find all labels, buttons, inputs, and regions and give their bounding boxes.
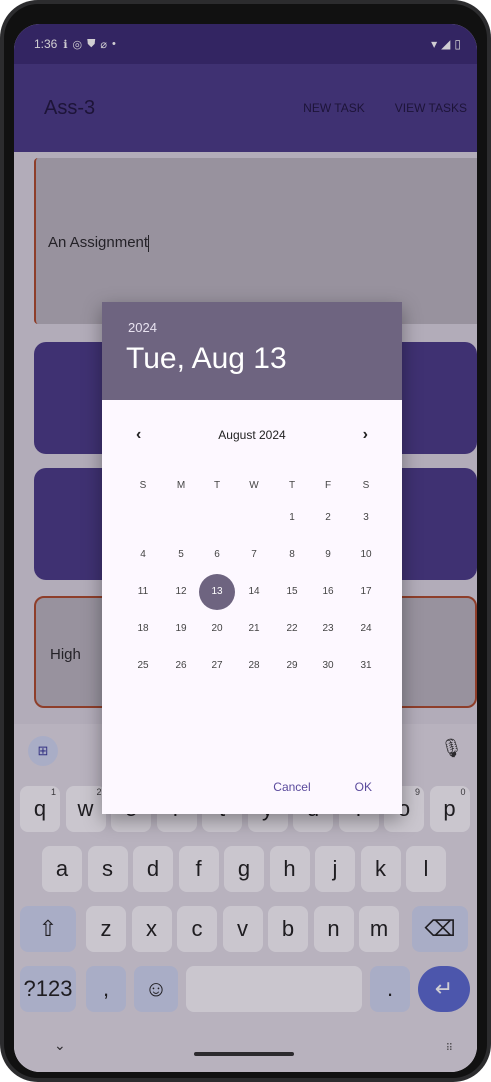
selected-date: Tue, Aug 13 bbox=[126, 342, 287, 375]
calendar-day[interactable]: 5 bbox=[163, 537, 199, 573]
calendar-day[interactable]: 6 bbox=[199, 537, 235, 573]
calendar-day[interactable]: 1 bbox=[274, 500, 310, 536]
calendar-day[interactable]: 26 bbox=[163, 648, 199, 684]
calendar-day[interactable]: 7 bbox=[236, 537, 272, 573]
calendar-day[interactable]: 4 bbox=[125, 537, 161, 573]
calendar-day[interactable]: 11 bbox=[125, 574, 161, 610]
calendar-day[interactable]: 24 bbox=[348, 611, 384, 647]
calendar-day[interactable]: 22 bbox=[274, 611, 310, 647]
chevron-right-icon[interactable]: › bbox=[363, 426, 368, 444]
month-label: August 2024 bbox=[218, 428, 286, 442]
selected-year[interactable]: 2024 bbox=[128, 320, 157, 335]
weekday-label: F bbox=[324, 480, 332, 491]
screen: 1:36 ℹ ◎ ⛊ ⌀ • ▾ ◢ ▯ Ass-3 NEW TASK VIEW… bbox=[14, 24, 477, 1072]
calendar-day[interactable]: 31 bbox=[348, 648, 384, 684]
chevron-left-icon[interactable]: ‹ bbox=[136, 426, 141, 444]
cancel-button[interactable]: Cancel bbox=[273, 780, 310, 794]
ok-button[interactable]: OK bbox=[355, 780, 372, 794]
calendar-day[interactable]: 25 bbox=[125, 648, 161, 684]
dialog-actions: Cancel OK bbox=[273, 780, 372, 794]
calendar-day[interactable]: 23 bbox=[310, 611, 346, 647]
calendar-day[interactable]: 30 bbox=[310, 648, 346, 684]
calendar-day[interactable]: 3 bbox=[348, 500, 384, 536]
weekday-label: W bbox=[249, 480, 259, 491]
calendar-day[interactable]: 17 bbox=[348, 574, 384, 610]
weekday-label: M bbox=[176, 480, 186, 491]
weekday-label: T bbox=[213, 480, 221, 491]
weekday-label: T bbox=[288, 480, 296, 491]
calendar-day[interactable]: 27 bbox=[199, 648, 235, 684]
month-navigation: August 2024 ‹ › bbox=[102, 426, 402, 446]
calendar-day[interactable]: 2 bbox=[310, 500, 346, 536]
calendar-day[interactable]: 19 bbox=[163, 611, 199, 647]
calendar-day-selected[interactable]: 13 bbox=[199, 574, 235, 610]
date-picker-header: 2024 Tue, Aug 13 bbox=[102, 302, 402, 400]
calendar-day[interactable]: 12 bbox=[163, 574, 199, 610]
calendar-day[interactable]: 18 bbox=[125, 611, 161, 647]
date-picker-dialog: 2024 Tue, Aug 13 August 2024 ‹ › SMTWTFS… bbox=[102, 302, 402, 814]
calendar-day[interactable]: 20 bbox=[199, 611, 235, 647]
weekday-label: S bbox=[139, 480, 147, 491]
calendar-day[interactable]: 10 bbox=[348, 537, 384, 573]
calendar-day[interactable]: 8 bbox=[274, 537, 310, 573]
calendar-day[interactable]: 29 bbox=[274, 648, 310, 684]
weekday-label: S bbox=[362, 480, 370, 491]
calendar-day[interactable]: 16 bbox=[310, 574, 346, 610]
calendar-day[interactable]: 14 bbox=[236, 574, 272, 610]
calendar-day[interactable]: 21 bbox=[236, 611, 272, 647]
calendar-day[interactable]: 28 bbox=[236, 648, 272, 684]
calendar-day[interactable]: 9 bbox=[310, 537, 346, 573]
calendar-day[interactable]: 15 bbox=[274, 574, 310, 610]
